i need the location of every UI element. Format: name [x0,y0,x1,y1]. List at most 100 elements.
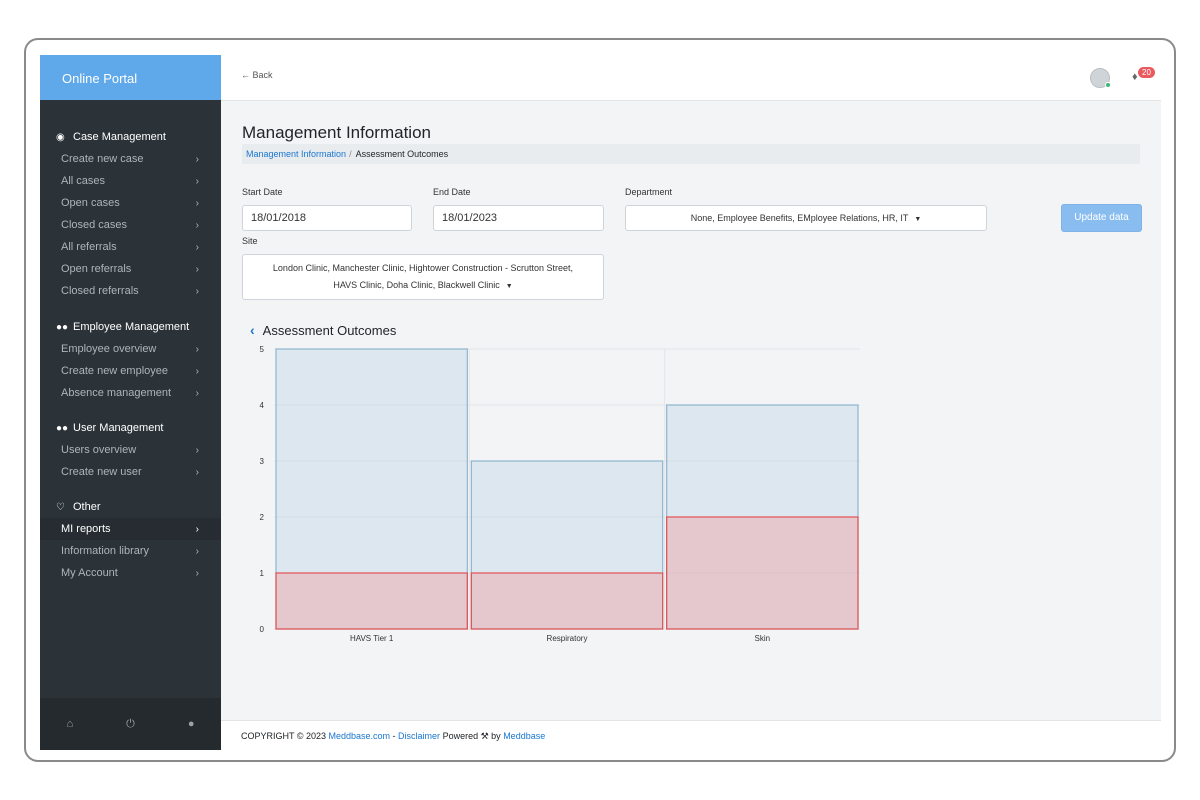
sidebar-item-employee-overview[interactable]: Employee overview › [40,338,221,360]
breadcrumb-separator: / [349,149,352,159]
section-title-label: User Management [73,422,164,434]
sidebar-item-closed-referrals[interactable]: Closed referrals › [40,280,221,302]
sidebar-item-label: Create new case [61,153,144,165]
users-icon: ●● [56,422,69,434]
users-icon: ●● [56,321,69,333]
chevron-right-icon: › [195,545,199,557]
breadcrumb-current: Assessment Outcomes [355,149,449,159]
sidebar-item-absence-management[interactable]: Absence management › [40,382,221,404]
section-other: ♡ Other MI reports › Information library ›… [40,496,221,584]
topbar: ← Back ♦ 20 [221,55,1161,101]
x-tick-label: HAVS Tier 1 [350,634,394,643]
section-employee-management: ●● Employee Management Employee overview… [40,316,221,404]
meddbase-site-link[interactable]: Meddbase.com [329,731,391,741]
caret-down-icon: ▼ [505,283,513,290]
sidebar-item-label: Open referrals [61,263,132,275]
footer: COPYRIGHT © 2023 Meddbase.com - Disclaim… [221,720,1161,750]
chevron-right-icon: › [195,444,199,456]
sidebar-item-create-new-user[interactable]: Create new user › [40,461,221,483]
update-data-button[interactable]: Update data [1061,204,1142,232]
section-title: ◉ Case Management [40,126,221,148]
sidebar-item-label: Absence management [61,387,172,399]
y-tick-label: 4 [260,401,265,410]
chevron-right-icon: › [195,466,199,478]
heart-icon: ♡ [56,501,65,513]
breadcrumb-link[interactable]: Management Information [246,149,346,159]
site-select[interactable]: London Clinic, Manchester Clinic, Highto… [242,254,604,300]
start-date-input[interactable]: 18/01/2018 [242,205,412,231]
x-tick-label: Skin [755,634,771,643]
chevron-right-icon: › [195,263,199,275]
x-tick-label: Respiratory [547,634,588,643]
chevron-left-icon[interactable]: ‹ [250,322,255,338]
sidebar-item-open-cases[interactable]: Open cases › [40,192,221,214]
sidebar-item-open-referrals[interactable]: Open referrals › [40,258,221,280]
section-title: ●● Employee Management [40,316,221,338]
sidebar-item-label: Create new employee [61,365,169,377]
chevron-right-icon: › [195,523,199,535]
sidebar-item-label: All referrals [61,241,117,253]
power-icon[interactable]: ⏻ [126,718,135,731]
section-title-label: Employee Management [73,321,190,333]
disclaimer-link[interactable]: Disclaimer [398,731,440,741]
sidebar-item-label: Employee overview [61,343,157,355]
sidebar-item-all-cases[interactable]: All cases › [40,170,221,192]
site-label: Site [242,236,258,246]
y-tick-label: 5 [260,345,265,354]
department-select[interactable]: None, Employee Benefits, EMployee Relati… [625,205,987,231]
sidebar-item-all-referrals[interactable]: All referrals › [40,236,221,258]
chevron-right-icon: › [195,153,199,165]
sidebar-item-users-overview[interactable]: Users overview › [40,439,221,461]
back-button[interactable]: ← Back [241,70,273,80]
chevron-right-icon: › [195,175,199,187]
bar [470,572,664,630]
app: Online Portal ◉ Case Management Create n… [40,55,1161,750]
department-label: Department [625,187,673,197]
sidebar-item-closed-cases[interactable]: Closed cases › [40,214,221,236]
avatar[interactable] [1090,68,1111,88]
target-circle-icon: ◉ [56,131,65,143]
meddbase-brand-link[interactable]: Meddbase [503,731,545,741]
bell-icon[interactable]: ♦ [1132,71,1138,83]
arrow-left-icon: ← [241,70,250,80]
chevron-right-icon: › [195,387,199,399]
y-tick-label: 3 [260,457,265,466]
sidebar-item-label: Information library [61,545,150,557]
chevron-right-icon: › [195,365,199,377]
end-date-input[interactable]: 18/01/2023 [433,205,604,231]
main-content: Management Information Management Inform… [221,101,1161,721]
user-icon[interactable]: ● [188,718,195,730]
section-title: ●● User Management [40,417,221,439]
y-tick-label: 1 [260,569,265,578]
sidebar-item-my-account[interactable]: My Account › [40,562,221,584]
back-label: Back [252,70,273,80]
by-text: by [488,731,504,741]
sidebar-item-mi-reports[interactable]: MI reports › [40,518,221,540]
start-date-label: Start Date [242,187,283,197]
y-tick-label: 2 [260,513,265,522]
sidebar-item-label: Closed cases [61,219,128,231]
copyright-text: COPYRIGHT © 2023 [241,731,329,741]
chevron-right-icon: › [195,343,199,355]
y-tick-label: 0 [260,625,265,634]
sidebar-footer: ⌂ ⏻ ● [40,698,221,750]
home-icon[interactable]: ⌂ [66,718,73,730]
site-select-line-2: HAVS Clinic, Doha Clinic, Blackwell Clin… [333,280,500,290]
sidebar-item-create-new-case[interactable]: Create new case › [40,148,221,170]
chevron-right-icon: › [195,285,199,297]
sidebar-item-create-new-employee[interactable]: Create new employee › [40,360,221,382]
brand-title[interactable]: Online Portal [40,55,221,100]
sidebar-item-label: MI reports [61,523,111,535]
footer-dash: - [390,731,399,741]
section-case-management: ◉ Case Management Create new case › All c… [40,126,221,302]
notification-badge: 20 [1138,67,1155,78]
assessment-outcomes-chart: 0 1 2 3 4 5 HAVS Tier 1 Respiratory Skin [260,345,860,643]
bar [666,516,859,630]
bar [275,572,468,630]
caret-down-icon: ▼ [914,216,922,223]
sidebar-item-information-library[interactable]: Information library › [40,540,221,562]
chevron-right-icon: › [195,197,199,209]
window-frame: Online Portal ◉ Case Management Create n… [24,38,1176,762]
chart-title: Assessment Outcomes [262,322,397,338]
page-title: Management Information [242,123,431,142]
